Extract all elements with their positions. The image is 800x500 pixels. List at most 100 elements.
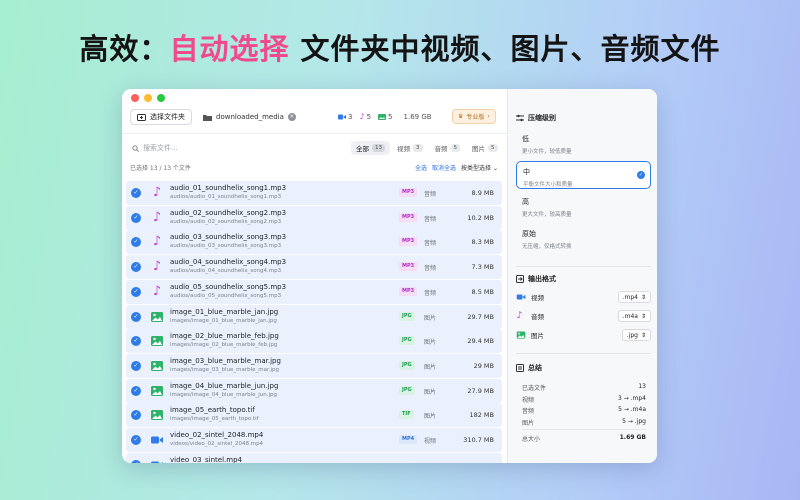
filter-tab[interactable]: 音频 5 [430, 141, 466, 155]
tab-count: 5 [450, 144, 460, 152]
app-window: 选择文件夹 downloaded_media × 3 ♪ 5 5 1.69 GB … [122, 89, 657, 463]
file-row[interactable]: ✓ image_04_blue_marble_jun.jpg images/imag… [126, 378, 502, 403]
file-size: 10.2 MB [467, 213, 494, 222]
file-size: 8.3 MB [471, 238, 494, 247]
search-input[interactable]: 搜索文件... [132, 141, 332, 155]
checkbox-checked-icon[interactable]: ✓ [131, 459, 141, 463]
crown-icon: ♛ [458, 113, 464, 120]
compression-option[interactable]: 高更大文件，较高质量 [516, 192, 651, 220]
option-description: 更小文件，较低质量 [522, 149, 572, 155]
file-row[interactable]: ✓ ♪ audio_05_soundhelix_song5.mp3 audios/au… [126, 279, 502, 304]
checkbox-checked-icon[interactable]: ✓ [131, 435, 141, 445]
file-path: audios/audio_05_soundhelix_song5.mp3 [170, 292, 282, 299]
checkbox-checked-icon[interactable]: ✓ [131, 188, 141, 198]
close-window-button[interactable] [131, 94, 139, 102]
file-size: 27.9 MB [467, 386, 494, 395]
checkbox-checked-icon[interactable]: ✓ [131, 262, 141, 273]
file-row[interactable]: ✓ ♪ audio_04_soundhelix_song4.mp3 audios/au… [126, 255, 502, 280]
checkbox-checked-icon[interactable]: ✓ [131, 212, 141, 223]
file-type: 音频 [424, 191, 437, 198]
file-row[interactable]: ✓ ♪ audio_02_soundhelix_song2.mp3 audios/au… [126, 205, 502, 230]
format-label: 图片 [531, 332, 544, 340]
video-count: 3 [338, 113, 352, 121]
checkbox-checked-icon[interactable]: ✓ [131, 336, 141, 347]
headline-highlight: 自动选择 [169, 32, 290, 66]
zoom-window-button[interactable] [157, 94, 165, 102]
checkbox-checked-icon[interactable]: ✓ [131, 410, 141, 421]
file-row[interactable]: ✓ image_01_blue_marble_jan.jpg images/imag… [126, 304, 502, 329]
checkbox-checked-icon[interactable]: ✓ [131, 385, 141, 396]
settings-panel: 压缩级别 低更小文件，较低质量中平衡文件大小和质量 ✓ 高更大文件，较高质量 原始 无压… [507, 89, 657, 463]
checkbox-checked-icon[interactable]: ✓ [131, 286, 141, 297]
file-row[interactable]: ✓ image_02_blue_marble_feb.jpg images/imag… [126, 329, 502, 354]
filter-tab[interactable]: 全部 13 [351, 141, 390, 155]
selected-count-text: 已选择 13 / 13 个文件 [130, 165, 191, 172]
file-type: 音频 [424, 265, 437, 273]
video-camera-icon [338, 114, 346, 119]
file-type: 图片 [424, 339, 437, 347]
video-camera-icon [151, 436, 163, 444]
minimize-window-button[interactable] [144, 94, 152, 102]
file-name: image_04_blue_marble_jun.jpg [170, 381, 279, 390]
file-name: video_03_sintel.mp4 [170, 455, 242, 463]
search-icon [132, 144, 139, 152]
format-select[interactable]: .mp4 ⇕ [617, 291, 651, 303]
filter-tab[interactable]: 视频 3 [392, 141, 428, 155]
file-row[interactable]: ✓ ♪ audio_01_soundhelix_song1.mp3 audios/au… [126, 181, 502, 205]
file-row[interactable]: ✓ video_03_sintel.mp4 [126, 452, 502, 463]
select-by-type-dropdown[interactable]: 按类型选择 ⌄ [461, 163, 498, 172]
output-format-row: ♪ 音频 .m4a ⇕ [516, 309, 651, 323]
headline-prefix: 高效： [79, 32, 170, 66]
toolbar: 选择文件夹 downloaded_media × 3 ♪ 5 5 1.69 GB … [122, 108, 507, 130]
compression-option[interactable]: 原始 无压缩，仅格式转换 [516, 224, 651, 252]
format-label: 音频 [531, 313, 544, 321]
file-path: images/image_01_blue_marble_jan.jpg [170, 317, 277, 324]
checkbox-checked-icon[interactable]: ✓ [131, 360, 141, 371]
checkbox-checked-icon[interactable]: ✓ [131, 237, 141, 248]
output-format-row: 图片 .jpg ⇕ [516, 328, 651, 342]
option-description: 更大文件，较高质量 [522, 212, 572, 218]
file-row[interactable]: ✓ video_02_sintel_2048.mp4 videos/video_02… [126, 428, 502, 452]
photo-icon [151, 311, 163, 322]
compression-option[interactable]: 中平衡文件大小和质量 ✓ [516, 161, 651, 189]
chevron-updown-icon: ⇕ [640, 331, 646, 339]
file-row[interactable]: ✓ image_03_blue_marble_mar.jpg images/imag… [126, 353, 502, 378]
output-icon [516, 275, 524, 283]
option-title: 低 [522, 135, 529, 143]
clear-folder-icon[interactable]: × [287, 113, 296, 121]
pro-button[interactable]: ♛ 专业版 › [452, 109, 496, 124]
file-path: images/image_04_blue_marble_jun.jpg [170, 391, 278, 398]
file-type: 音频 [424, 240, 437, 248]
choose-folder-button[interactable]: 选择文件夹 [130, 109, 192, 125]
photo-icon [151, 410, 163, 421]
deselect-all-link[interactable]: 取消全选 [432, 163, 456, 172]
divider [516, 266, 651, 267]
file-type: 音频 [424, 289, 437, 297]
folder-name: downloaded_media [216, 113, 284, 121]
tab-label: 视频 [397, 145, 410, 153]
file-format-badge: MP4 [399, 435, 418, 444]
file-path: videos/video_02_sintel_2048.mp4 [170, 441, 264, 447]
option-title: 中 [523, 168, 530, 176]
file-name: audio_01_soundhelix_song1.mp3 [170, 184, 287, 192]
summary-row: 已选文件 13 [522, 383, 646, 392]
file-row[interactable]: ✓ image_05_earth_topo.tif images/image_05_… [126, 403, 502, 428]
chevron-updown-icon: ⇕ [640, 293, 646, 301]
checkbox-checked-icon[interactable]: ✓ [131, 311, 141, 322]
select-all-link[interactable]: 全选 [415, 163, 427, 172]
file-panel: 选择文件夹 downloaded_media × 3 ♪ 5 5 1.69 GB … [122, 89, 507, 463]
format-label: 视频 [531, 294, 544, 302]
file-format-badge: JPG [399, 336, 415, 346]
photo-icon [151, 385, 163, 396]
file-row[interactable]: ✓ ♪ audio_03_soundhelix_song3.mp3 audios/au… [126, 230, 502, 255]
format-select[interactable]: .jpg ⇕ [621, 329, 651, 341]
list-icon [516, 364, 524, 372]
option-title: 原始 [522, 230, 536, 238]
file-name: audio_04_soundhelix_song4.mp3 [170, 258, 287, 267]
selection-status: 已选择 13 / 13 个文件 全选 取消全选 按类型选择 ⌄ [130, 163, 498, 173]
format-select[interactable]: .m4a ⇕ [617, 310, 651, 322]
music-note-icon: ♪ [152, 185, 162, 200]
compression-option[interactable]: 低更小文件，较低质量 [516, 129, 651, 157]
file-name: image_02_blue_marble_feb.jpg [170, 332, 279, 341]
filter-tab[interactable]: 图片 5 [467, 141, 503, 155]
